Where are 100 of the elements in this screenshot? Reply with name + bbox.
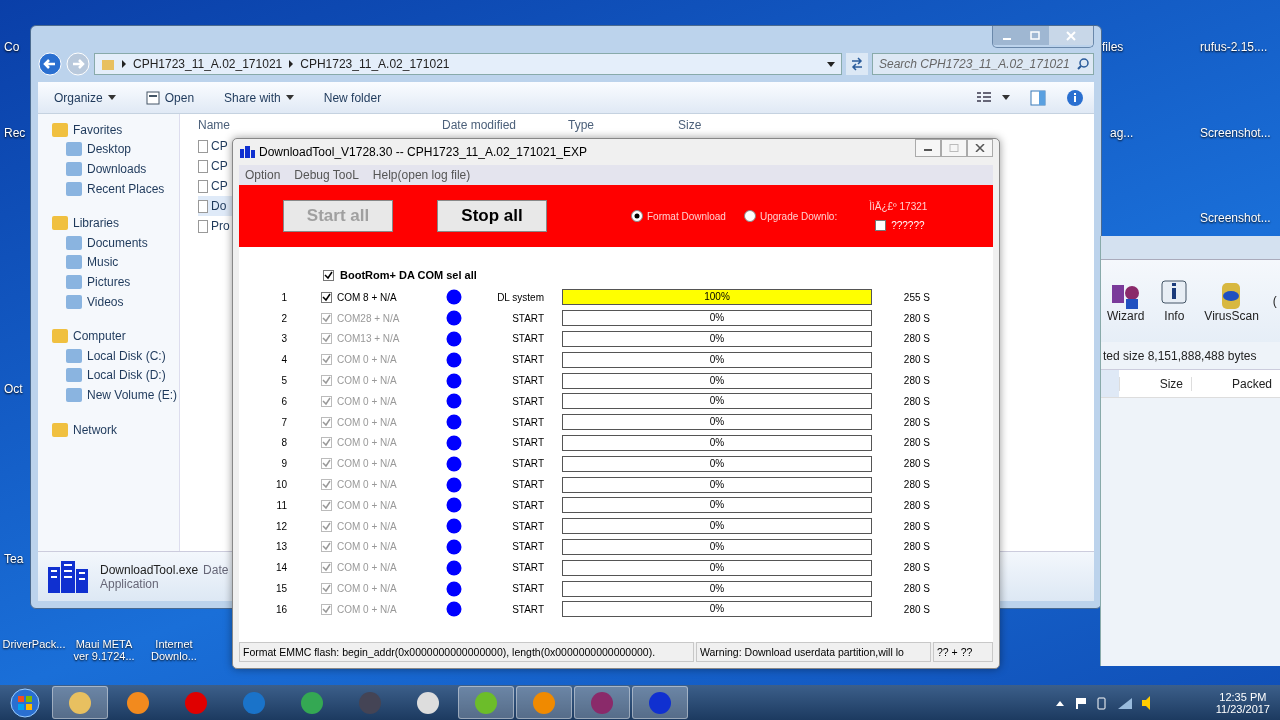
- desktop-icon-label[interactable]: Oct: [4, 382, 23, 396]
- nav-item[interactable]: Recent Places: [38, 178, 179, 199]
- status-text: Warning: Download userdata partition,will lo: [696, 642, 931, 662]
- status-dot: [446, 310, 462, 327]
- desktop-icon-label[interactable]: ag...: [1110, 126, 1134, 140]
- checkmark-icon: [324, 270, 333, 280]
- select-all-checkbox[interactable]: BootRom+ DA COM sel all: [323, 265, 993, 285]
- port-status: START: [511, 333, 545, 345]
- progress-bar: 0%: [562, 538, 872, 555]
- port-status: START: [511, 583, 545, 595]
- toolbar-button[interactable]: Organize: [48, 87, 122, 108]
- nav-item[interactable]: Pictures: [38, 272, 179, 292]
- desktop-icon-label[interactable]: Internet Downlo...: [140, 638, 208, 662]
- toolbar-button[interactable]: Info: [1158, 279, 1191, 323]
- window-title: DownloadTool_V1728.30 -- CPH1723_11_A.02_171021_EXP: [259, 145, 588, 159]
- status-dot: [446, 538, 462, 555]
- nav-item[interactable]: Music: [38, 252, 179, 273]
- column-header[interactable]: Name: [198, 118, 442, 132]
- desktop-icon-label[interactable]: Maui META ver 9.1724...: [70, 638, 138, 662]
- maximize-icon: [1029, 30, 1041, 41]
- port-status: DL system: [496, 291, 545, 303]
- refresh-button[interactable]: [846, 53, 868, 75]
- toolbar-button[interactable]: Open: [139, 87, 201, 108]
- nav-item[interactable]: Local Disk (C:): [38, 345, 179, 366]
- toolbar-button[interactable]: Share with: [218, 87, 300, 108]
- file-item[interactable]: CP: [198, 156, 232, 176]
- progress-bar: 0%: [562, 559, 872, 576]
- nav-item[interactable]: Downloads: [38, 159, 179, 179]
- chevron-icon[interactable]: [121, 60, 127, 68]
- breadcrumb-item[interactable]: CPH1723_11_A.02_171021: [300, 57, 450, 71]
- desktop-icon-label[interactable]: rufus-2.15....: [1200, 40, 1268, 54]
- file-item[interactable]: CP: [198, 176, 232, 196]
- column-header[interactable]: Date modified: [442, 118, 568, 132]
- toolbar-button[interactable]: VirusScan: [1204, 279, 1259, 323]
- nav-item[interactable]: Favorites: [38, 120, 179, 140]
- caret-icon[interactable]: [1002, 95, 1010, 100]
- nav-item[interactable]: Videos: [38, 291, 179, 312]
- desktop-icon-label[interactable]: Tea: [4, 552, 24, 566]
- port-status: START: [511, 603, 545, 615]
- port-status: START: [511, 416, 545, 428]
- desktop-icon-label[interactable]: Co: [4, 40, 20, 54]
- port-time: 280 S: [902, 603, 930, 615]
- port-number: 9: [280, 458, 288, 470]
- progress-bar: 0%: [562, 393, 872, 410]
- desktop-icon-label[interactable]: Screenshot...: [1200, 211, 1271, 225]
- port-time: 280 S: [902, 479, 930, 491]
- caret-icon[interactable]: [827, 61, 835, 67]
- option-checkbox[interactable]: ??????: [875, 220, 928, 231]
- back-button[interactable]: [38, 52, 62, 76]
- desktop-icon-label[interactable]: Rec: [4, 126, 26, 140]
- help-icon[interactable]: [1066, 88, 1084, 107]
- close-button[interactable]: [967, 139, 993, 157]
- menu-item[interactable]: Debug TooL: [294, 168, 359, 182]
- nav-item[interactable]: New Volume (E:): [38, 385, 179, 405]
- column-header[interactable]: Packed: [1190, 376, 1280, 391]
- desktop-icon-label[interactable]: Screenshot...: [1200, 126, 1271, 140]
- toolbar-button[interactable]: (: [1272, 294, 1277, 308]
- nav-item[interactable]: Documents: [38, 232, 179, 253]
- file-item[interactable]: Pro: [198, 216, 232, 236]
- nav-item[interactable]: Local Disk (D:): [38, 365, 179, 386]
- column-header[interactable]: Type: [568, 118, 678, 132]
- column-header[interactable]: Size: [1118, 376, 1191, 391]
- app-icon: [647, 689, 673, 716]
- breadcrumb-item[interactable]: CPH1723_11_A.02_171021: [133, 57, 283, 71]
- counter-label: ÌìÄ¿£º 17321: [869, 201, 928, 212]
- port-time: 280 S: [902, 312, 930, 324]
- port-time: 280 S: [902, 395, 930, 407]
- preview-pane-icon[interactable]: [1030, 89, 1046, 106]
- stop-all-button[interactable]: Stop all: [437, 200, 547, 232]
- file-item[interactable]: CP: [198, 136, 232, 156]
- taskbar-app-button[interactable]: [574, 686, 630, 719]
- taskbar-app-button[interactable]: [632, 686, 688, 719]
- view-options-icon[interactable]: [976, 90, 994, 105]
- menu-item[interactable]: Help(open log file): [372, 168, 471, 182]
- nav-item[interactable]: Network: [38, 419, 179, 440]
- minimize-button[interactable]: [915, 139, 941, 157]
- address-bar[interactable]: CPH1723_11_A.02_171021 CPH1723_11_A.02_171021: [94, 53, 842, 75]
- chevron-icon[interactable]: [288, 60, 295, 68]
- column-header[interactable]: Size: [678, 118, 738, 132]
- nav-item[interactable]: Desktop: [38, 139, 179, 160]
- nav-item[interactable]: Computer: [38, 326, 179, 346]
- toolbar-button[interactable]: Wizard: [1107, 279, 1145, 323]
- radio-icon[interactable]: [743, 210, 756, 222]
- desktop-icon-label[interactable]: files: [1102, 40, 1124, 54]
- status-dot: [446, 601, 462, 618]
- file-item[interactable]: Do: [198, 196, 232, 216]
- port-status: START: [511, 562, 545, 574]
- port-status: START: [511, 312, 545, 324]
- desktop-icon-label[interactable]: DriverPack...: [0, 638, 68, 650]
- nav-item[interactable]: Libraries: [38, 213, 179, 233]
- progress-bar: 0%: [562, 414, 872, 431]
- menu-item[interactable]: Option: [245, 168, 281, 182]
- clock[interactable]: 12:35 PM 11/23/2017: [1215, 690, 1270, 715]
- application-icon: [239, 146, 255, 158]
- toolbar-button[interactable]: New folder: [317, 87, 388, 108]
- search-field[interactable]: Search CPH1723_11_A.02_171021: [872, 53, 1094, 75]
- close-icon: [1065, 30, 1077, 41]
- search-icon: [1077, 58, 1089, 70]
- port-checkbox[interactable]: COM 8 + N/A: [321, 291, 446, 303]
- radio-icon[interactable]: [631, 210, 643, 222]
